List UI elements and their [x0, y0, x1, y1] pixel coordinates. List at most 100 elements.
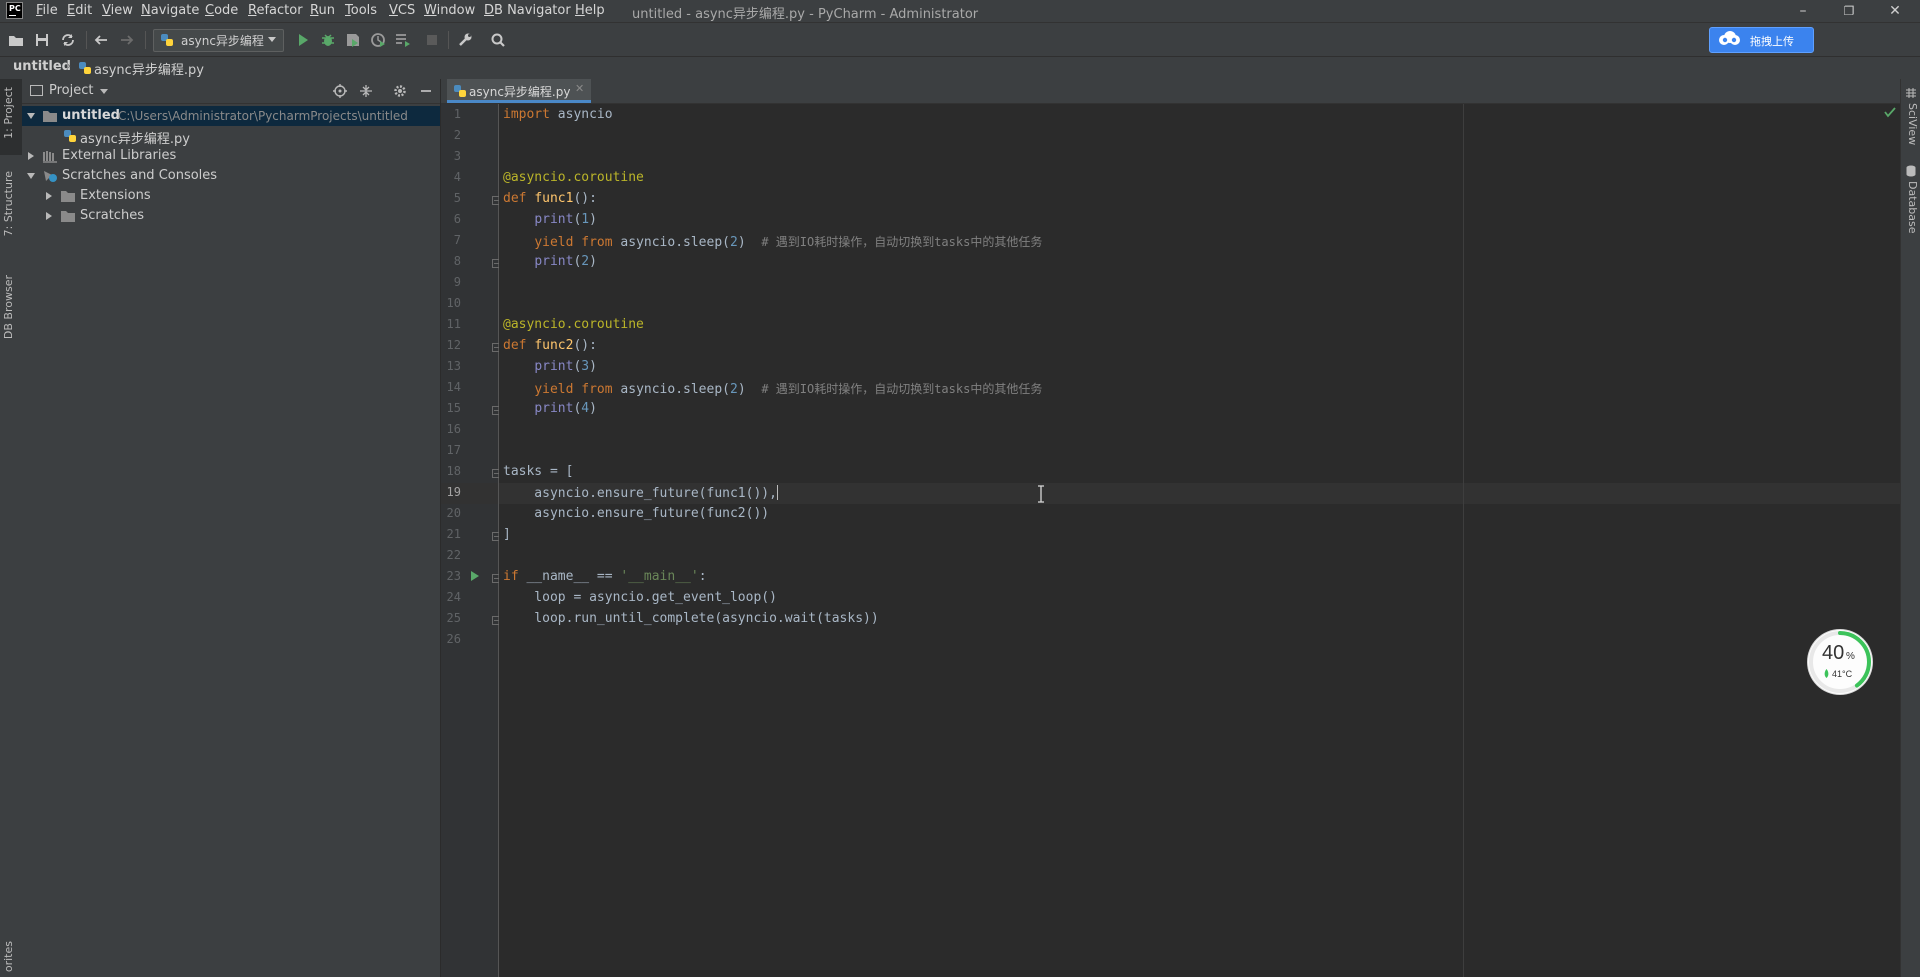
code-line: ] — [503, 527, 511, 542]
tool-tab-project[interactable]: 1: Project — [2, 87, 20, 139]
line-number: 15 — [446, 401, 461, 415]
tree-item-extensions[interactable]: Extensions — [22, 186, 440, 206]
close-icon[interactable]: ✕ — [575, 82, 584, 95]
code-line: yield from asyncio.sleep(2) # 遇到IO耗时操作，自… — [534, 235, 1043, 250]
chevron-right-icon[interactable] — [26, 151, 36, 161]
breadcrumb-file[interactable]: async异步编程.py — [94, 59, 204, 78]
chevron-down-icon[interactable] — [26, 111, 36, 121]
menu-vcs[interactable]: VCS — [389, 3, 415, 18]
tool-tab-structure[interactable]: 7: Structure — [2, 171, 20, 236]
menu-window[interactable]: Window — [424, 3, 475, 18]
menu-run[interactable]: Run — [310, 3, 335, 18]
line-number: 7 — [453, 233, 461, 247]
close-window-button[interactable]: ✕ — [1875, 0, 1915, 22]
line-number: 2 — [453, 128, 461, 142]
scratches-icon — [42, 169, 58, 183]
line-number: 11 — [446, 317, 461, 331]
run-configuration-select[interactable]: async异步编程 — [153, 29, 284, 52]
forward-arrow-icon[interactable] — [116, 29, 138, 51]
editor-tab-label: async异步编程.py — [469, 85, 571, 99]
minimize-window-button[interactable]: – — [1783, 0, 1823, 22]
chevron-right-icon[interactable] — [44, 191, 54, 201]
save-icon[interactable] — [31, 29, 53, 51]
line-number: 25 — [446, 611, 461, 625]
chevron-down-icon[interactable] — [26, 171, 36, 181]
run-icon[interactable] — [292, 29, 314, 51]
menu-code[interactable]: Code — [205, 3, 238, 18]
code-line: tasks = [ — [503, 464, 574, 479]
left-tool-strip: 1: Project 7: Structure DB Browser orite… — [0, 79, 23, 977]
leaf-icon — [1823, 669, 1830, 678]
restore-window-button[interactable]: ❐ — [1829, 0, 1869, 22]
chevron-right-icon[interactable] — [44, 211, 54, 221]
concurrency-icon[interactable] — [392, 29, 414, 51]
gear-icon[interactable] — [392, 83, 408, 99]
code-line: print(3) — [534, 359, 597, 374]
tree-item-untitled[interactable]: untitled C:\Users\Administrator\PycharmP… — [22, 106, 440, 126]
tree-item-external-libraries[interactable]: External Libraries — [22, 146, 440, 166]
upload-button[interactable]: 拖拽上传 — [1709, 27, 1814, 53]
code-line: print(1) — [534, 212, 597, 227]
tool-tab-db-browser[interactable]: DB Browser — [2, 275, 20, 339]
code-editor[interactable]: import asyncio @asyncio.coroutine def fu… — [499, 104, 1900, 977]
text-cursor-icon — [1036, 485, 1046, 503]
code-line: loop = asyncio.get_event_loop() — [503, 590, 777, 605]
tree-item-scratches-consoles[interactable]: Scratches and Consoles — [22, 166, 440, 186]
line-number: 22 — [446, 548, 461, 562]
wrench-icon[interactable] — [454, 29, 476, 51]
tree-label-scratches-consoles: Scratches and Consoles — [62, 168, 218, 183]
upload-label: 拖拽上传 — [1750, 35, 1794, 48]
line-number: 8 — [453, 254, 461, 268]
open-folder-icon[interactable] — [5, 29, 27, 51]
back-arrow-icon[interactable] — [90, 29, 112, 51]
menu-help[interactable]: Help — [575, 3, 605, 18]
debug-icon[interactable] — [317, 29, 339, 51]
line-number: 24 — [446, 590, 461, 604]
editor-gutter: 1 2 3 4 5 6 7 8 9 10 11 12 13 14 15 16 1… — [441, 104, 501, 977]
menu-refactor[interactable]: Refactor — [248, 3, 303, 18]
project-view-selector[interactable]: Project — [49, 83, 93, 98]
profile-icon[interactable] — [367, 29, 389, 51]
code-line: asyncio.ensure_future(func2()) — [503, 506, 770, 521]
tool-tab-favorites[interactable]: orites — [2, 941, 20, 972]
breadcrumb-project[interactable]: untitled — [13, 59, 71, 74]
minimize-icon[interactable] — [418, 83, 434, 99]
line-number: 21 — [446, 527, 461, 541]
line-number: 26 — [446, 632, 461, 646]
tree-label-external-libraries: External Libraries — [62, 148, 177, 163]
code-line: import asyncio — [503, 107, 613, 122]
line-number: 14 — [446, 380, 461, 394]
menu-file[interactable]: File — [36, 3, 58, 18]
line-number: 10 — [446, 296, 461, 310]
menu-edit[interactable]: Edit — [67, 3, 92, 18]
tree-item-scratches[interactable]: Scratches — [22, 206, 440, 226]
tree-path-untitled: C:\Users\Administrator\PycharmProjects\u… — [118, 109, 408, 123]
performance-widget[interactable]: 40 % 41°C — [1808, 630, 1872, 694]
folder-icon — [60, 209, 76, 223]
run-gutter-icon[interactable] — [469, 570, 481, 582]
editor-tab-active[interactable]: async异步编程.py ✕ — [447, 79, 591, 103]
menu-view[interactable]: View — [102, 3, 133, 18]
pycharm-logo-icon: PC — [6, 2, 23, 19]
stop-icon[interactable] — [421, 29, 443, 51]
chevron-down-icon — [268, 37, 276, 42]
line-number: 20 — [446, 506, 461, 520]
code-line: @asyncio.coroutine — [503, 317, 644, 332]
line-number: 12 — [446, 338, 461, 352]
line-number: 18 — [446, 464, 461, 478]
menu-db-navigator[interactable]: DB Navigator — [484, 3, 571, 18]
menu-navigate[interactable]: Navigate — [141, 3, 199, 18]
tool-tab-sciview[interactable]: SciView — [1903, 103, 1919, 145]
tool-tab-database[interactable]: Database — [1903, 181, 1919, 234]
locate-icon[interactable] — [332, 83, 348, 99]
menu-bar: PC File Edit View Navigate Code Refactor… — [0, 0, 1920, 22]
search-icon[interactable] — [487, 29, 509, 51]
line-number: 17 — [446, 443, 461, 457]
sync-icon[interactable] — [57, 29, 79, 51]
line-number-current: 19 — [446, 485, 461, 499]
coverage-icon[interactable] — [342, 29, 364, 51]
tree-item-file[interactable]: async异步编程.py — [22, 126, 440, 147]
code-line: loop.run_until_complete(asyncio.wait(tas… — [503, 611, 879, 626]
collapse-icon[interactable] — [358, 83, 374, 99]
menu-tools[interactable]: Tools — [345, 3, 377, 18]
